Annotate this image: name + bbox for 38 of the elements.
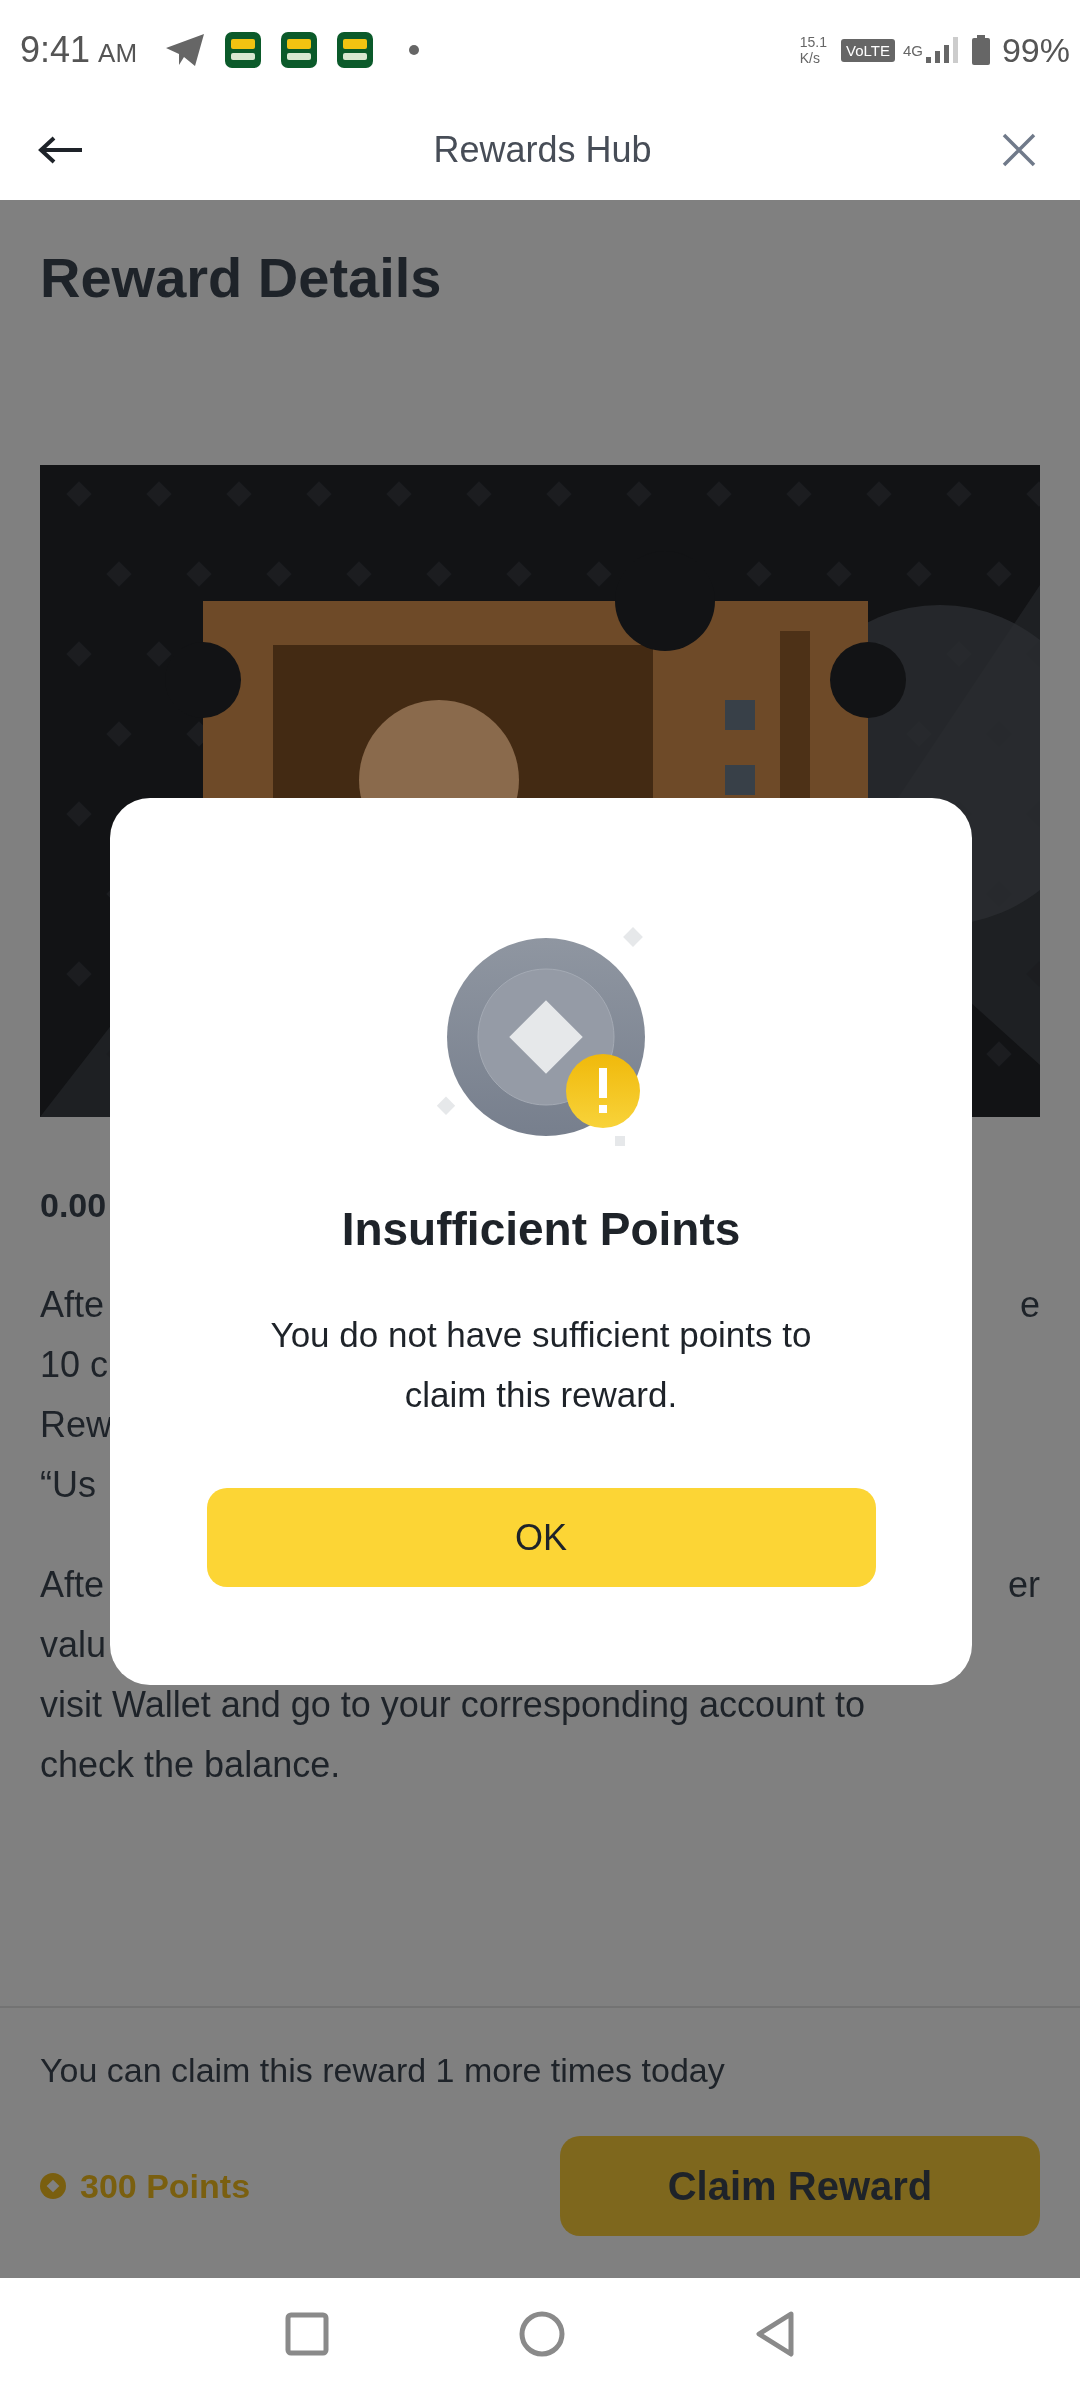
amount-text: 0.00 xyxy=(40,1185,107,1226)
notification-dot-icon xyxy=(409,45,420,55)
description-text: valu xyxy=(40,1623,107,1667)
status-am-pm: AM xyxy=(98,37,138,69)
app-icon xyxy=(337,32,374,68)
ok-button[interactable]: OK xyxy=(206,1488,876,1587)
points-coin-icon xyxy=(40,2173,66,2199)
description-text: 10 c xyxy=(40,1343,109,1387)
volte-badge: VoLTE xyxy=(841,38,895,62)
paper-plane-icon xyxy=(165,33,206,67)
description-text: check the balance. xyxy=(40,1743,341,1787)
back-arrow-icon[interactable] xyxy=(38,135,84,165)
speed-unit: K/s xyxy=(799,50,821,66)
dialog-title: Insufficient Points xyxy=(341,1202,741,1257)
network-type: 4G xyxy=(902,41,923,59)
dialog-message: You do not have sufficient points to claim this reward. xyxy=(269,1314,813,1416)
close-icon[interactable] xyxy=(1001,132,1037,168)
recent-apps-icon[interactable] xyxy=(285,2312,329,2356)
back-icon[interactable] xyxy=(755,2311,795,2357)
app-icon xyxy=(281,32,318,68)
status-time: 9:41 xyxy=(20,29,91,71)
battery-icon xyxy=(971,35,990,65)
header-title: Rewards Hub xyxy=(432,129,653,171)
home-icon[interactable] xyxy=(519,2311,565,2357)
battery-percent: 99% xyxy=(1001,30,1070,70)
description-text: Afte xyxy=(40,1283,105,1327)
description-text: “Us xyxy=(40,1463,96,1507)
description-text: e xyxy=(1019,1283,1040,1327)
signal-icon xyxy=(925,37,958,63)
description-text: er xyxy=(1008,1563,1040,1607)
points-cost: 300 Points xyxy=(80,2166,251,2206)
claim-limit-text: You can claim this reward 1 more times today xyxy=(40,2050,726,2091)
app-icon xyxy=(225,32,262,68)
description-text: Rew xyxy=(40,1403,113,1447)
description-text: visit Wallet and go to your corresponding account to xyxy=(40,1683,866,1727)
description-text: Afte xyxy=(40,1563,105,1607)
speed-value: 15.1 xyxy=(799,34,827,50)
page-title: Reward Details xyxy=(40,245,442,311)
